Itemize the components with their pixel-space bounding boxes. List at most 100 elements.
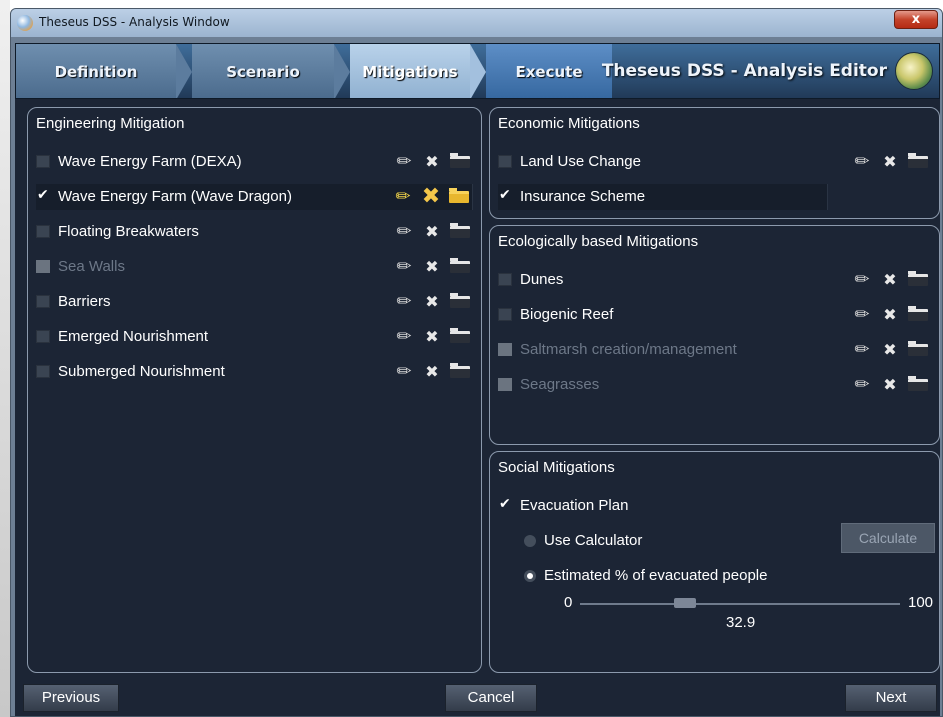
evacuation-plan-row[interactable]: ✔ Evacuation Plan (498, 493, 931, 519)
pencil-icon[interactable]: ✏ (393, 326, 415, 348)
checkbox[interactable] (36, 365, 50, 378)
pencil-icon[interactable]: ✏ (393, 151, 415, 173)
mitigation-label: Land Use Change (520, 153, 641, 170)
evacuation-slider-thumb[interactable] (674, 598, 697, 608)
social-mitigations-panel: Social Mitigations ✔ Evacuation Plan Use… (489, 451, 940, 673)
pencil-icon[interactable]: ✏ (393, 256, 415, 278)
mitigation-row-land-use-change[interactable]: Land Use Change ✏ ✖ (498, 149, 931, 175)
step-label: Execute (515, 63, 583, 81)
delete-icon[interactable]: ✖ (879, 151, 901, 173)
wizard-footer: Previous Cancel Next (15, 673, 940, 716)
panel-title: Social Mitigations (498, 459, 615, 476)
pencil-icon[interactable]: ✏ (851, 374, 873, 396)
folder-icon[interactable] (448, 186, 470, 208)
editor-title: Theseus DSS - Analysis Editor (601, 61, 887, 81)
mitigation-label: Wave Energy Farm (DEXA) (58, 153, 242, 170)
folder-icon[interactable] (907, 304, 929, 326)
mitigation-row-dexa[interactable]: Wave Energy Farm (DEXA) ✏ ✖ (36, 149, 473, 175)
folder-icon[interactable] (449, 326, 471, 348)
mitigation-row-dunes[interactable]: Dunes ✏ ✖ (498, 267, 931, 293)
checkbox[interactable] (498, 155, 512, 168)
pencil-icon[interactable]: ✏ (851, 151, 873, 173)
checkbox-checked[interactable]: ✔ (37, 187, 51, 203)
step-execute[interactable]: Execute (486, 44, 612, 98)
mitigation-label: Saltmarsh creation/management (520, 341, 737, 358)
pencil-icon[interactable]: ✏ (392, 186, 414, 208)
wizard-step-bar: Definition Scenario Mitigations Execute … (15, 43, 940, 99)
step-scenario[interactable]: Scenario (192, 44, 334, 98)
checkbox-checked[interactable]: ✔ (499, 187, 513, 203)
estimated-row[interactable]: Estimated % of evacuated people (498, 563, 931, 589)
delete-icon[interactable]: ✖ (421, 151, 443, 173)
mitigation-row-wave-dragon[interactable]: ✔ Wave Energy Farm (Wave Dragon) ✏ ✖ (36, 184, 473, 210)
delete-icon[interactable]: ✖ (421, 361, 443, 383)
delete-icon[interactable]: ✖ (421, 221, 443, 243)
checkbox[interactable] (36, 295, 50, 308)
checkbox-checked[interactable]: ✔ (499, 496, 513, 512)
delete-icon[interactable]: ✖ (421, 256, 443, 278)
evacuation-slider-track[interactable] (580, 603, 900, 605)
previous-button[interactable]: Previous (23, 684, 119, 712)
folder-icon[interactable] (907, 374, 929, 396)
folder-icon[interactable] (449, 291, 471, 313)
ecological-mitigations-panel: Ecologically based Mitigations Dunes ✏ ✖… (489, 225, 940, 445)
folder-icon[interactable] (449, 221, 471, 243)
pencil-icon[interactable]: ✏ (851, 269, 873, 291)
economic-mitigations-panel: Economic Mitigations Land Use Change ✏ ✖… (489, 107, 940, 219)
checkbox[interactable] (36, 225, 50, 238)
mitigation-label: Wave Energy Farm (Wave Dragon) (58, 188, 292, 205)
mitigation-row-insurance-scheme[interactable]: ✔ Insurance Scheme (498, 184, 828, 210)
checkbox[interactable] (36, 155, 50, 168)
step-separator (334, 44, 350, 98)
folder-icon[interactable] (907, 269, 929, 291)
pencil-icon[interactable]: ✏ (851, 304, 873, 326)
close-button[interactable]: x (894, 10, 938, 29)
estimated-radio[interactable] (524, 570, 536, 582)
mitigation-row-saltmarsh: Saltmarsh creation/management ✏ ✖ (498, 337, 931, 363)
pencil-icon[interactable]: ✏ (851, 339, 873, 361)
pencil-icon[interactable]: ✏ (393, 221, 415, 243)
checkbox[interactable] (36, 330, 50, 343)
panel-title: Ecologically based Mitigations (498, 233, 699, 250)
step-label: Mitigations (362, 63, 458, 81)
estimated-label: Estimated % of evacuated people (544, 567, 768, 584)
checkbox[interactable] (498, 308, 512, 321)
delete-icon[interactable]: ✖ (420, 186, 442, 208)
folder-icon[interactable] (907, 151, 929, 173)
delete-icon[interactable]: ✖ (879, 304, 901, 326)
cancel-button[interactable]: Cancel (445, 684, 537, 712)
mitigation-row-biogenic-reef[interactable]: Biogenic Reef ✏ ✖ (498, 302, 931, 328)
delete-icon[interactable]: ✖ (879, 269, 901, 291)
delete-icon[interactable]: ✖ (879, 339, 901, 361)
folder-icon[interactable] (449, 256, 471, 278)
step-mitigations[interactable]: Mitigations (350, 44, 470, 98)
mitigation-row-emerged-nourishment[interactable]: Emerged Nourishment ✏ ✖ (36, 324, 473, 350)
step-separator (470, 44, 486, 98)
use-calculator-radio[interactable] (524, 535, 536, 547)
step-label: Scenario (226, 63, 300, 81)
pencil-icon[interactable]: ✏ (393, 291, 415, 313)
mitigation-row-barriers[interactable]: Barriers ✏ ✖ (36, 289, 473, 315)
mitigation-row-seagrasses: Seagrasses ✏ ✖ (498, 372, 931, 398)
slider-max-label: 100 (908, 594, 934, 611)
evacuation-plan-label: Evacuation Plan (520, 497, 629, 514)
mitigation-label: Barriers (58, 293, 111, 310)
mitigation-label: Sea Walls (58, 258, 125, 275)
pencil-icon[interactable]: ✏ (393, 361, 415, 383)
folder-icon[interactable] (449, 361, 471, 383)
mitigation-label: Submerged Nourishment (58, 363, 225, 380)
delete-icon[interactable]: ✖ (421, 291, 443, 313)
mitigation-row-submerged-nourishment[interactable]: Submerged Nourishment ✏ ✖ (36, 359, 473, 385)
step-definition[interactable]: Definition (16, 44, 176, 98)
folder-icon[interactable] (907, 339, 929, 361)
mitigation-row-floating-breakwaters[interactable]: Floating Breakwaters ✏ ✖ (36, 219, 473, 245)
calculate-button: Calculate (841, 523, 935, 553)
next-button[interactable]: Next (845, 684, 937, 712)
folder-icon[interactable] (449, 151, 471, 173)
delete-icon[interactable]: ✖ (879, 374, 901, 396)
delete-icon[interactable]: ✖ (421, 326, 443, 348)
mitigation-row-sea-walls: Sea Walls ✏ ✖ (36, 254, 473, 280)
title-bar: Theseus DSS - Analysis Window x (11, 9, 942, 37)
checkbox[interactable] (498, 273, 512, 286)
mitigation-label: Dunes (520, 271, 564, 288)
